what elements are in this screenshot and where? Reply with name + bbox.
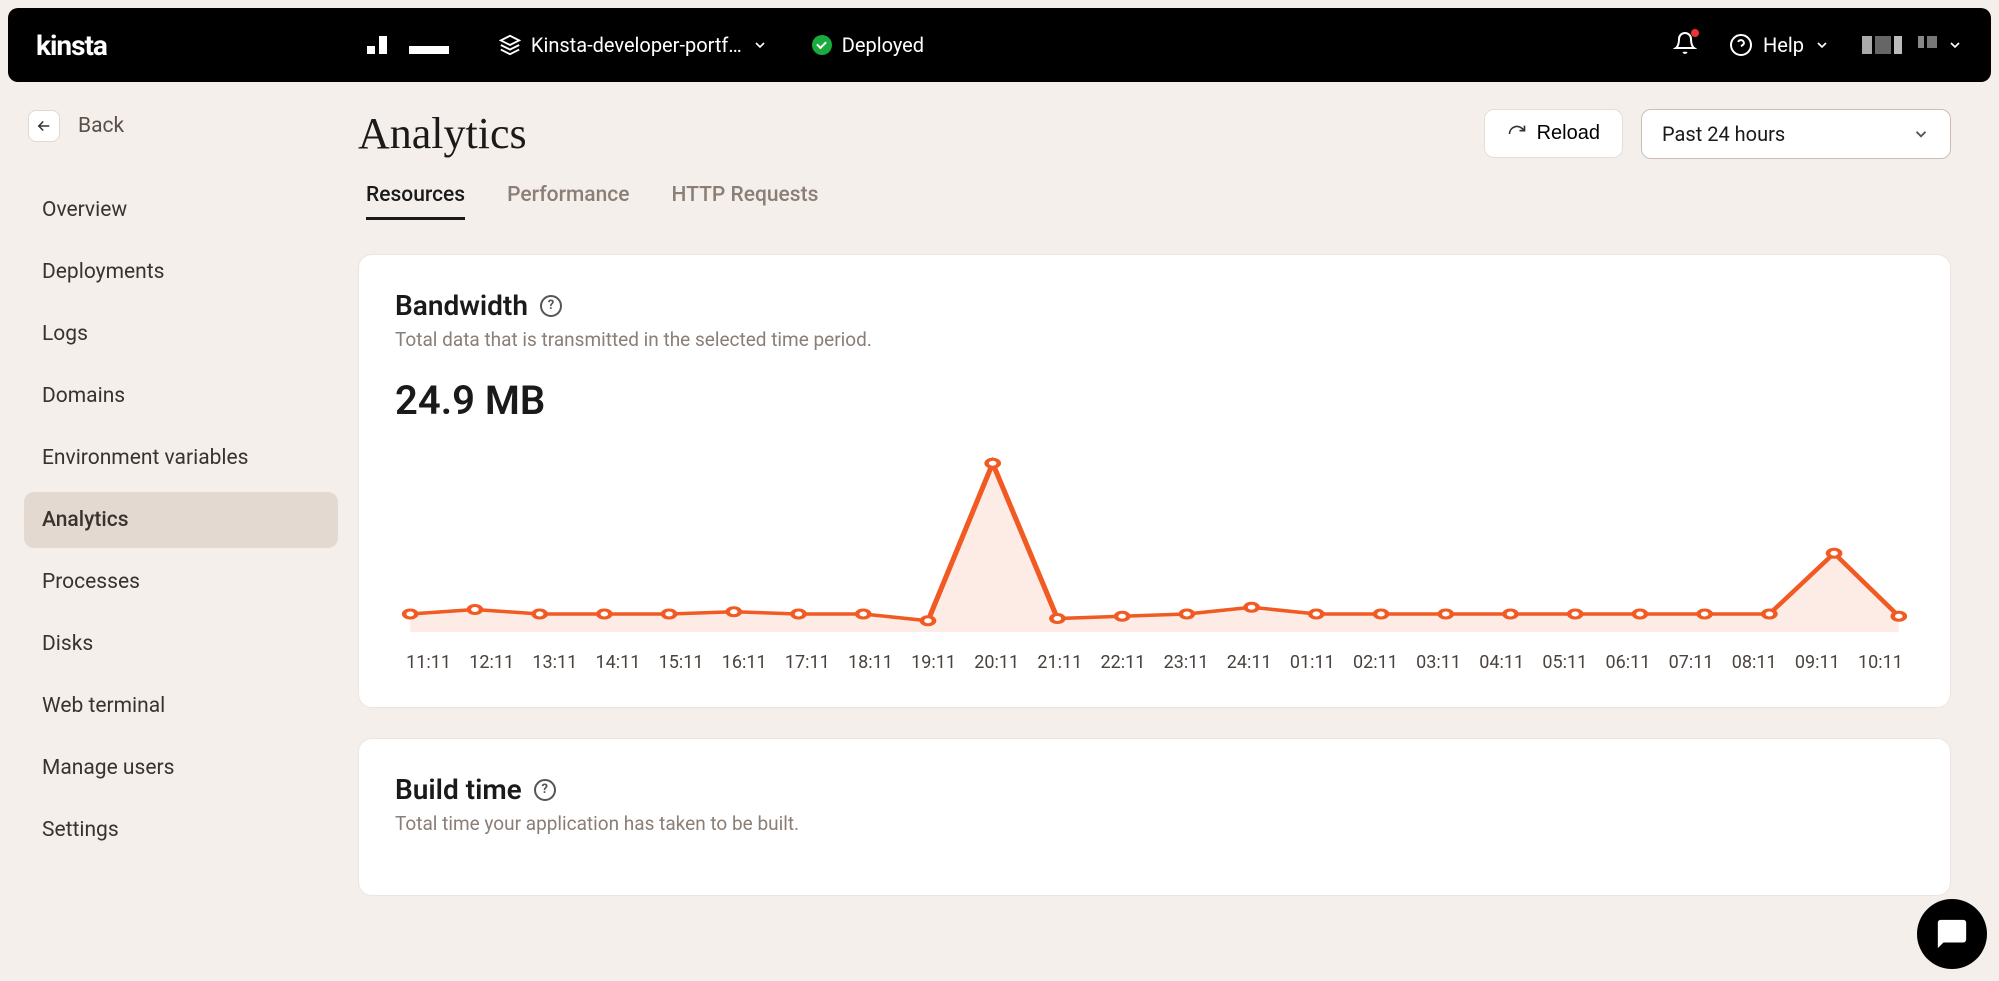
x-tick: 22:11 xyxy=(1091,652,1154,673)
x-tick: 12:11 xyxy=(460,652,523,673)
project-name: Kinsta-developer-portf… xyxy=(531,33,742,57)
sidebar-item-domains[interactable]: Domains xyxy=(24,368,338,424)
help-icon xyxy=(1729,33,1753,57)
x-tick: 05:11 xyxy=(1533,652,1596,673)
reload-label: Reload xyxy=(1537,122,1600,145)
x-tick: 14:11 xyxy=(586,652,649,673)
chevron-down-icon xyxy=(1814,37,1830,53)
x-tick: 15:11 xyxy=(650,652,713,673)
x-tick: 17:11 xyxy=(776,652,839,673)
sidebar-item-web-terminal[interactable]: Web terminal xyxy=(24,678,338,734)
company-logo-pixels xyxy=(367,36,449,54)
tab-http-requests[interactable]: HTTP Requests xyxy=(672,183,819,220)
help-label: Help xyxy=(1763,33,1804,57)
top-right-group: Help xyxy=(1673,31,1963,59)
build-time-card: Build time ? Total time your application… xyxy=(358,738,1951,896)
notifications-button[interactable] xyxy=(1673,31,1697,59)
sidebar-item-environment-variables[interactable]: Environment variables xyxy=(24,430,338,486)
chart-x-axis: 11:1112:1113:1114:1115:1116:1117:1118:11… xyxy=(395,642,1914,673)
build-time-subtitle: Total time your application has taken to… xyxy=(395,812,1914,835)
bandwidth-card: Bandwidth ? Total data that is transmitt… xyxy=(358,254,1951,708)
main: Analytics Reload Past 24 hours Resources… xyxy=(348,82,1991,973)
sidebar-item-overview[interactable]: Overview xyxy=(24,182,338,238)
x-tick: 02:11 xyxy=(1344,652,1407,673)
info-icon[interactable]: ? xyxy=(534,779,556,801)
time-range-label: Past 24 hours xyxy=(1662,122,1785,146)
page-title: Analytics xyxy=(358,108,527,159)
tab-resources[interactable]: Resources xyxy=(366,183,465,220)
top-center-group: Kinsta-developer-portf… Deployed xyxy=(367,33,924,57)
sidebar-item-logs[interactable]: Logs xyxy=(24,306,338,362)
sidebar-item-manage-users[interactable]: Manage users xyxy=(24,740,338,796)
x-tick: 09:11 xyxy=(1786,652,1849,673)
reload-button[interactable]: Reload xyxy=(1484,109,1623,158)
info-icon[interactable]: ? xyxy=(540,295,562,317)
back-button[interactable] xyxy=(28,110,60,142)
tabs: Resources Performance HTTP Requests xyxy=(358,183,1951,220)
x-tick: 19:11 xyxy=(902,652,965,673)
sidebar: Back Overview Deployments Logs Domains Envir… xyxy=(8,82,348,973)
deployment-status: Deployed xyxy=(812,33,924,57)
sidebar-item-deployments[interactable]: Deployments xyxy=(24,244,338,300)
sidebar-item-processes[interactable]: Processes xyxy=(24,554,338,610)
x-tick: 13:11 xyxy=(523,652,586,673)
status-check-icon xyxy=(812,35,832,55)
topbar: kinsta Kinsta-developer-portf… Deployed xyxy=(8,8,1991,82)
chat-button[interactable] xyxy=(1917,899,1987,969)
project-selector[interactable]: Kinsta-developer-portf… xyxy=(499,33,768,57)
x-tick: 03:11 xyxy=(1407,652,1470,673)
chevron-down-icon xyxy=(1947,37,1963,53)
chevron-down-icon xyxy=(752,37,768,53)
tab-performance[interactable]: Performance xyxy=(507,183,629,220)
build-time-title: Build time xyxy=(395,773,522,806)
x-tick: 07:11 xyxy=(1660,652,1723,673)
sidebar-item-analytics[interactable]: Analytics xyxy=(24,492,338,548)
sidebar-item-disks[interactable]: Disks xyxy=(24,616,338,672)
avatar xyxy=(1862,36,1937,54)
bandwidth-value: 24.9 MB xyxy=(395,377,1914,424)
bandwidth-subtitle: Total data that is transmitted in the se… xyxy=(395,328,1914,351)
back-label: Back xyxy=(78,114,124,138)
x-tick: 23:11 xyxy=(1155,652,1218,673)
x-tick: 21:11 xyxy=(1028,652,1091,673)
x-tick: 24:11 xyxy=(1218,652,1281,673)
x-tick: 16:11 xyxy=(713,652,776,673)
x-tick: 10:11 xyxy=(1849,652,1912,673)
sidebar-item-settings[interactable]: Settings xyxy=(24,802,338,858)
x-tick: 18:11 xyxy=(839,652,902,673)
help-menu[interactable]: Help xyxy=(1729,33,1830,57)
bandwidth-title: Bandwidth xyxy=(395,289,528,322)
account-menu[interactable] xyxy=(1862,36,1963,54)
chevron-down-icon xyxy=(1912,125,1930,143)
notification-badge xyxy=(1691,29,1699,37)
x-tick: 04:11 xyxy=(1470,652,1533,673)
sidebar-nav: Overview Deployments Logs Domains Environmen… xyxy=(24,182,338,858)
time-range-selector[interactable]: Past 24 hours xyxy=(1641,109,1951,159)
logo: kinsta xyxy=(36,29,107,62)
x-tick: 06:11 xyxy=(1596,652,1659,673)
x-tick: 08:11 xyxy=(1723,652,1786,673)
status-label: Deployed xyxy=(842,33,924,57)
reload-icon xyxy=(1507,124,1527,144)
stack-icon xyxy=(499,34,521,56)
x-tick: 01:11 xyxy=(1281,652,1344,673)
x-tick: 11:11 xyxy=(397,652,460,673)
bandwidth-chart xyxy=(395,442,1914,642)
x-tick: 20:11 xyxy=(965,652,1028,673)
